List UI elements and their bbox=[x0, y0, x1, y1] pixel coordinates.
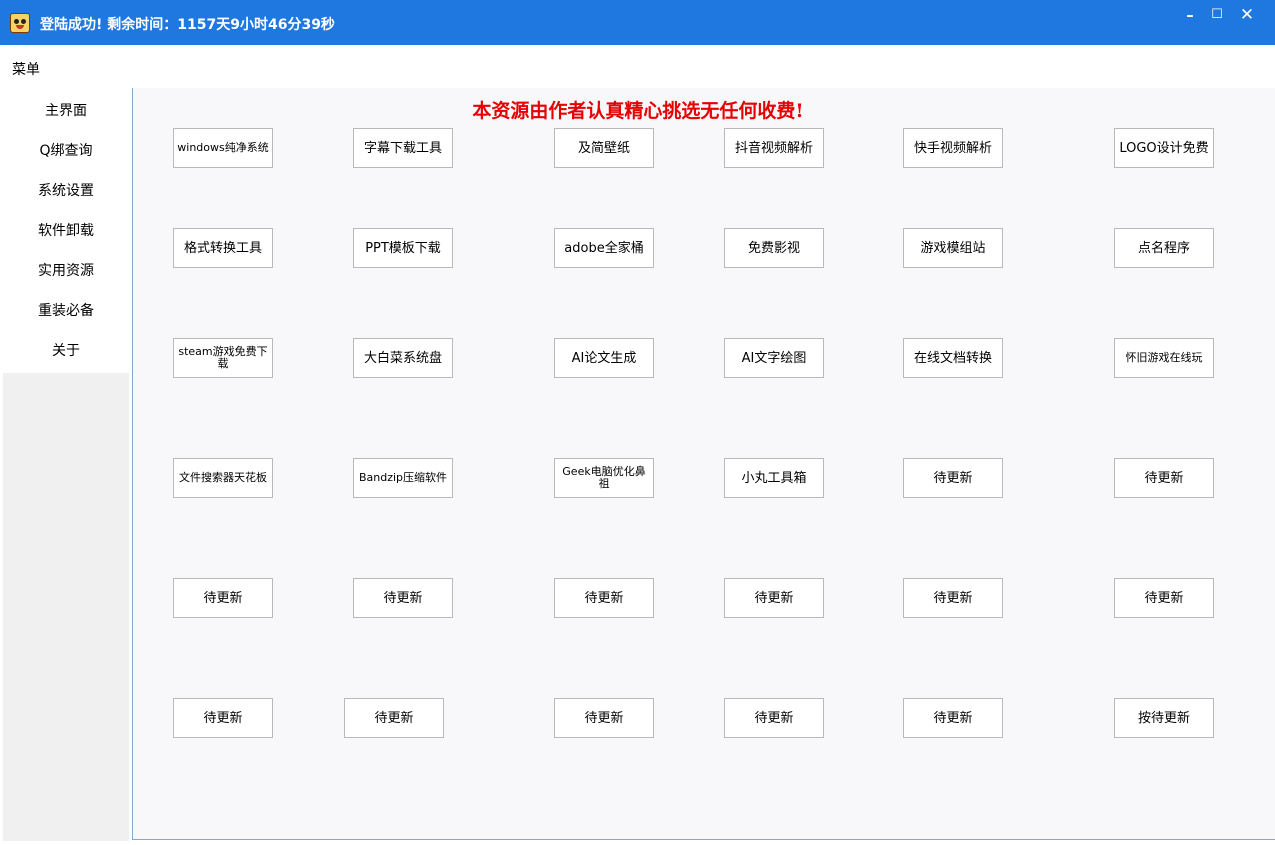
sidebar-item-about[interactable]: 关于 bbox=[3, 337, 129, 365]
sidebar: 主界面 Q绑查询 系统设置 软件卸载 实用资源 重装必备 关于 bbox=[3, 88, 129, 373]
tool-button[interactable]: 字幕下载工具 bbox=[353, 128, 453, 168]
app-logo-icon bbox=[10, 13, 30, 33]
window-title: 登陆成功! 剩余时间：1157天9小时46分39秒 bbox=[40, 17, 335, 33]
tool-button[interactable]: 抖音视频解析 bbox=[724, 128, 824, 168]
sidebar-item-resources[interactable]: 实用资源 bbox=[3, 257, 129, 285]
tool-button[interactable]: 怀旧游戏在线玩 bbox=[1114, 338, 1214, 378]
tool-button[interactable]: 待更新 bbox=[344, 698, 444, 738]
sidebar-item-qq-lookup[interactable]: Q绑查询 bbox=[3, 137, 129, 165]
banner-text: 本资源由作者认真精心挑选无任何收费! bbox=[472, 100, 804, 122]
tool-button[interactable]: 免费影视 bbox=[724, 228, 824, 268]
tool-button[interactable]: 待更新 bbox=[173, 698, 273, 738]
sidebar-item-uninstall[interactable]: 软件卸载 bbox=[3, 217, 129, 245]
tool-button[interactable]: 在线文档转换 bbox=[903, 338, 1003, 378]
tool-button[interactable]: AI论文生成 bbox=[554, 338, 654, 378]
minimize-button[interactable]: – bbox=[1176, 4, 1204, 26]
sidebar-item-reinstall[interactable]: 重装必备 bbox=[3, 297, 129, 325]
title-bar: 登陆成功! 剩余时间：1157天9小时46分39秒 – ☐ ✕ bbox=[0, 0, 1275, 45]
tool-button[interactable]: 待更新 bbox=[554, 698, 654, 738]
tool-button[interactable]: 快手视频解析 bbox=[903, 128, 1003, 168]
tool-button[interactable]: Geek电脑优化鼻祖 bbox=[554, 458, 654, 498]
tool-button[interactable]: 点名程序 bbox=[1114, 228, 1214, 268]
tool-button[interactable]: adobe全家桶 bbox=[554, 228, 654, 268]
tool-button[interactable]: 大白菜系统盘 bbox=[353, 338, 453, 378]
tool-button[interactable]: 及简壁纸 bbox=[554, 128, 654, 168]
tool-button[interactable]: 待更新 bbox=[724, 578, 824, 618]
tool-button[interactable]: PPT模板下载 bbox=[353, 228, 453, 268]
tool-button[interactable]: 格式转换工具 bbox=[173, 228, 273, 268]
tool-button[interactable]: AI文字绘图 bbox=[724, 338, 824, 378]
tool-button[interactable]: 待更新 bbox=[1114, 578, 1214, 618]
tool-button[interactable]: windows纯净系统 bbox=[173, 128, 273, 168]
tool-button[interactable]: 待更新 bbox=[1114, 458, 1214, 498]
tool-button[interactable]: 待更新 bbox=[173, 578, 273, 618]
close-button[interactable]: ✕ bbox=[1233, 4, 1261, 26]
maximize-button[interactable]: ☐ bbox=[1203, 4, 1231, 26]
tool-button[interactable]: 待更新 bbox=[903, 578, 1003, 618]
tool-button[interactable]: Bandzip压缩软件 bbox=[353, 458, 453, 498]
tool-button[interactable]: 待更新 bbox=[724, 698, 824, 738]
tool-button[interactable]: LOGO设计免费 bbox=[1114, 128, 1214, 168]
tool-button[interactable]: 游戏模组站 bbox=[903, 228, 1003, 268]
main-panel: 本资源由作者认真精心挑选无任何收费! windows纯净系统 字幕下载工具 及简… bbox=[132, 88, 1275, 840]
tool-button[interactable]: 小丸工具箱 bbox=[724, 458, 824, 498]
sidebar-item-system-settings[interactable]: 系统设置 bbox=[3, 177, 129, 205]
tool-button[interactable]: 待更新 bbox=[554, 578, 654, 618]
tool-button[interactable]: 文件搜索器天花板 bbox=[173, 458, 273, 498]
tool-button[interactable]: 待更新 bbox=[353, 578, 453, 618]
sidebar-item-home[interactable]: 主界面 bbox=[3, 97, 129, 125]
tool-button[interactable]: steam游戏免费下载 bbox=[173, 338, 273, 378]
tool-button[interactable]: 待更新 bbox=[903, 698, 1003, 738]
tool-button[interactable]: 待更新 bbox=[903, 458, 1003, 498]
menu-item-menu[interactable]: 菜单 bbox=[12, 59, 40, 79]
tool-button[interactable]: 按待更新 bbox=[1114, 698, 1214, 738]
menu-bar: 菜单 bbox=[0, 45, 1275, 88]
